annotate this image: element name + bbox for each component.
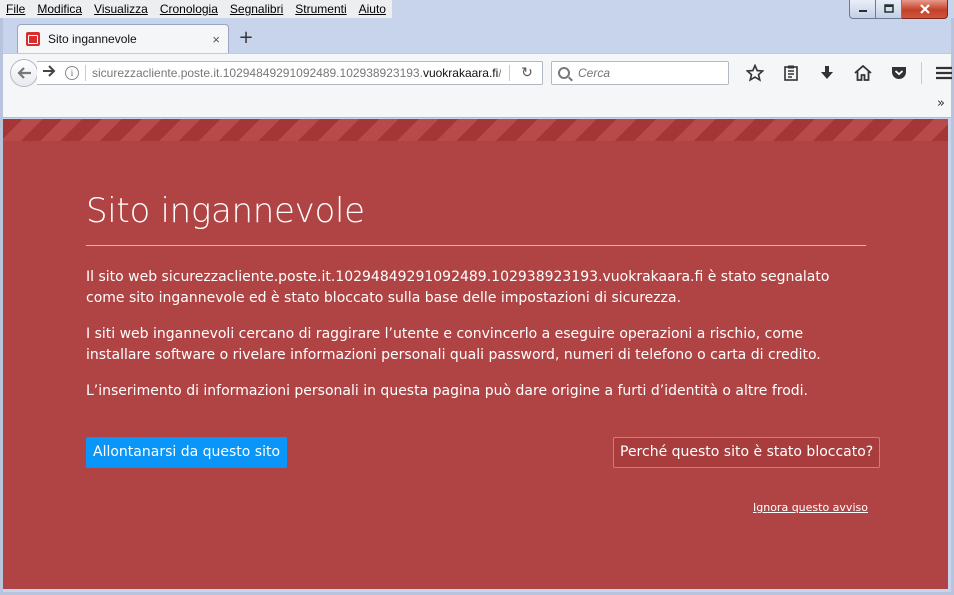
download-icon[interactable] — [809, 60, 845, 86]
close-icon — [919, 4, 930, 14]
menu-visualizza[interactable]: Visualizza — [94, 2, 148, 16]
reload-icon[interactable]: ↻ — [518, 65, 536, 81]
menu-bar: File Modifica Visualizza Cronologia Segn… — [0, 0, 392, 18]
home-icon[interactable] — [845, 60, 881, 86]
menu-file[interactable]: File — [6, 2, 25, 16]
tab-title: Sito ingannevole — [48, 32, 137, 46]
search-icon — [558, 67, 570, 79]
bookmarks-overflow-chevron-icon[interactable]: » — [937, 96, 945, 111]
search-box[interactable] — [551, 61, 729, 85]
warning-favicon-icon — [26, 32, 40, 46]
url-text[interactable]: sicurezzacliente.poste.it.10294849291092… — [92, 66, 501, 80]
menu-modifica[interactable]: Modifica — [37, 2, 82, 16]
pocket-icon[interactable] — [881, 60, 917, 86]
bookmarks-toolbar: » — [3, 91, 951, 118]
tab-close-icon[interactable]: × — [212, 32, 220, 47]
menu-aiuto[interactable]: Aiuto — [359, 2, 386, 16]
warning-stripe-band — [3, 119, 948, 141]
page-title: Sito ingannevole — [86, 191, 365, 231]
back-button[interactable] — [10, 59, 38, 87]
why-blocked-button[interactable]: Perché questo sito è stato bloccato? — [613, 437, 881, 468]
ignore-warning-link[interactable]: Ignora questo avviso — [753, 501, 868, 514]
maximize-button[interactable] — [876, 0, 902, 19]
url-bar[interactable]: i sicurezzacliente.poste.it.102948492910… — [37, 61, 543, 85]
window-controls — [849, 0, 948, 19]
close-window-button[interactable] — [902, 0, 948, 19]
maximize-icon — [883, 4, 894, 13]
search-input[interactable] — [578, 66, 718, 80]
bookmark-star-icon[interactable] — [737, 60, 773, 86]
forward-arrow-icon — [43, 65, 56, 77]
minimize-button[interactable] — [849, 0, 876, 19]
back-arrow-icon — [17, 67, 31, 79]
warning-paragraph-2: I siti web ingannevoli cercano di raggir… — [86, 326, 821, 363]
forward-button[interactable] — [37, 65, 61, 81]
hamburger-menu-icon[interactable] — [926, 60, 954, 86]
menu-segnalibri[interactable]: Segnalibri — [230, 2, 283, 16]
menu-strumenti[interactable]: Strumenti — [295, 2, 346, 16]
title-divider — [86, 245, 866, 246]
deceptive-site-warning-page: Sito ingannevole Il sito web sicurezzacl… — [3, 119, 948, 589]
navigation-toolbar: i sicurezzacliente.poste.it.102948492910… — [3, 53, 954, 91]
warning-paragraph-1: Il sito web sicurezzacliente.poste.it.10… — [86, 269, 830, 306]
browser-window: File Modifica Visualizza Cronologia Segn… — [0, 0, 954, 595]
leave-site-button[interactable]: Allontanarsi da questo sito — [86, 437, 288, 468]
menu-cronologia[interactable]: Cronologia — [160, 2, 218, 16]
new-tab-button[interactable]: + — [236, 27, 256, 49]
info-icon[interactable]: i — [65, 66, 79, 80]
warning-paragraph-3: L’inserimento di informazioni personali … — [86, 383, 809, 399]
reading-list-icon[interactable] — [773, 60, 809, 86]
tab-sito-ingannevole[interactable]: Sito ingannevole × — [17, 24, 229, 53]
minimize-icon — [858, 10, 867, 12]
toolbar-icons — [737, 60, 954, 86]
